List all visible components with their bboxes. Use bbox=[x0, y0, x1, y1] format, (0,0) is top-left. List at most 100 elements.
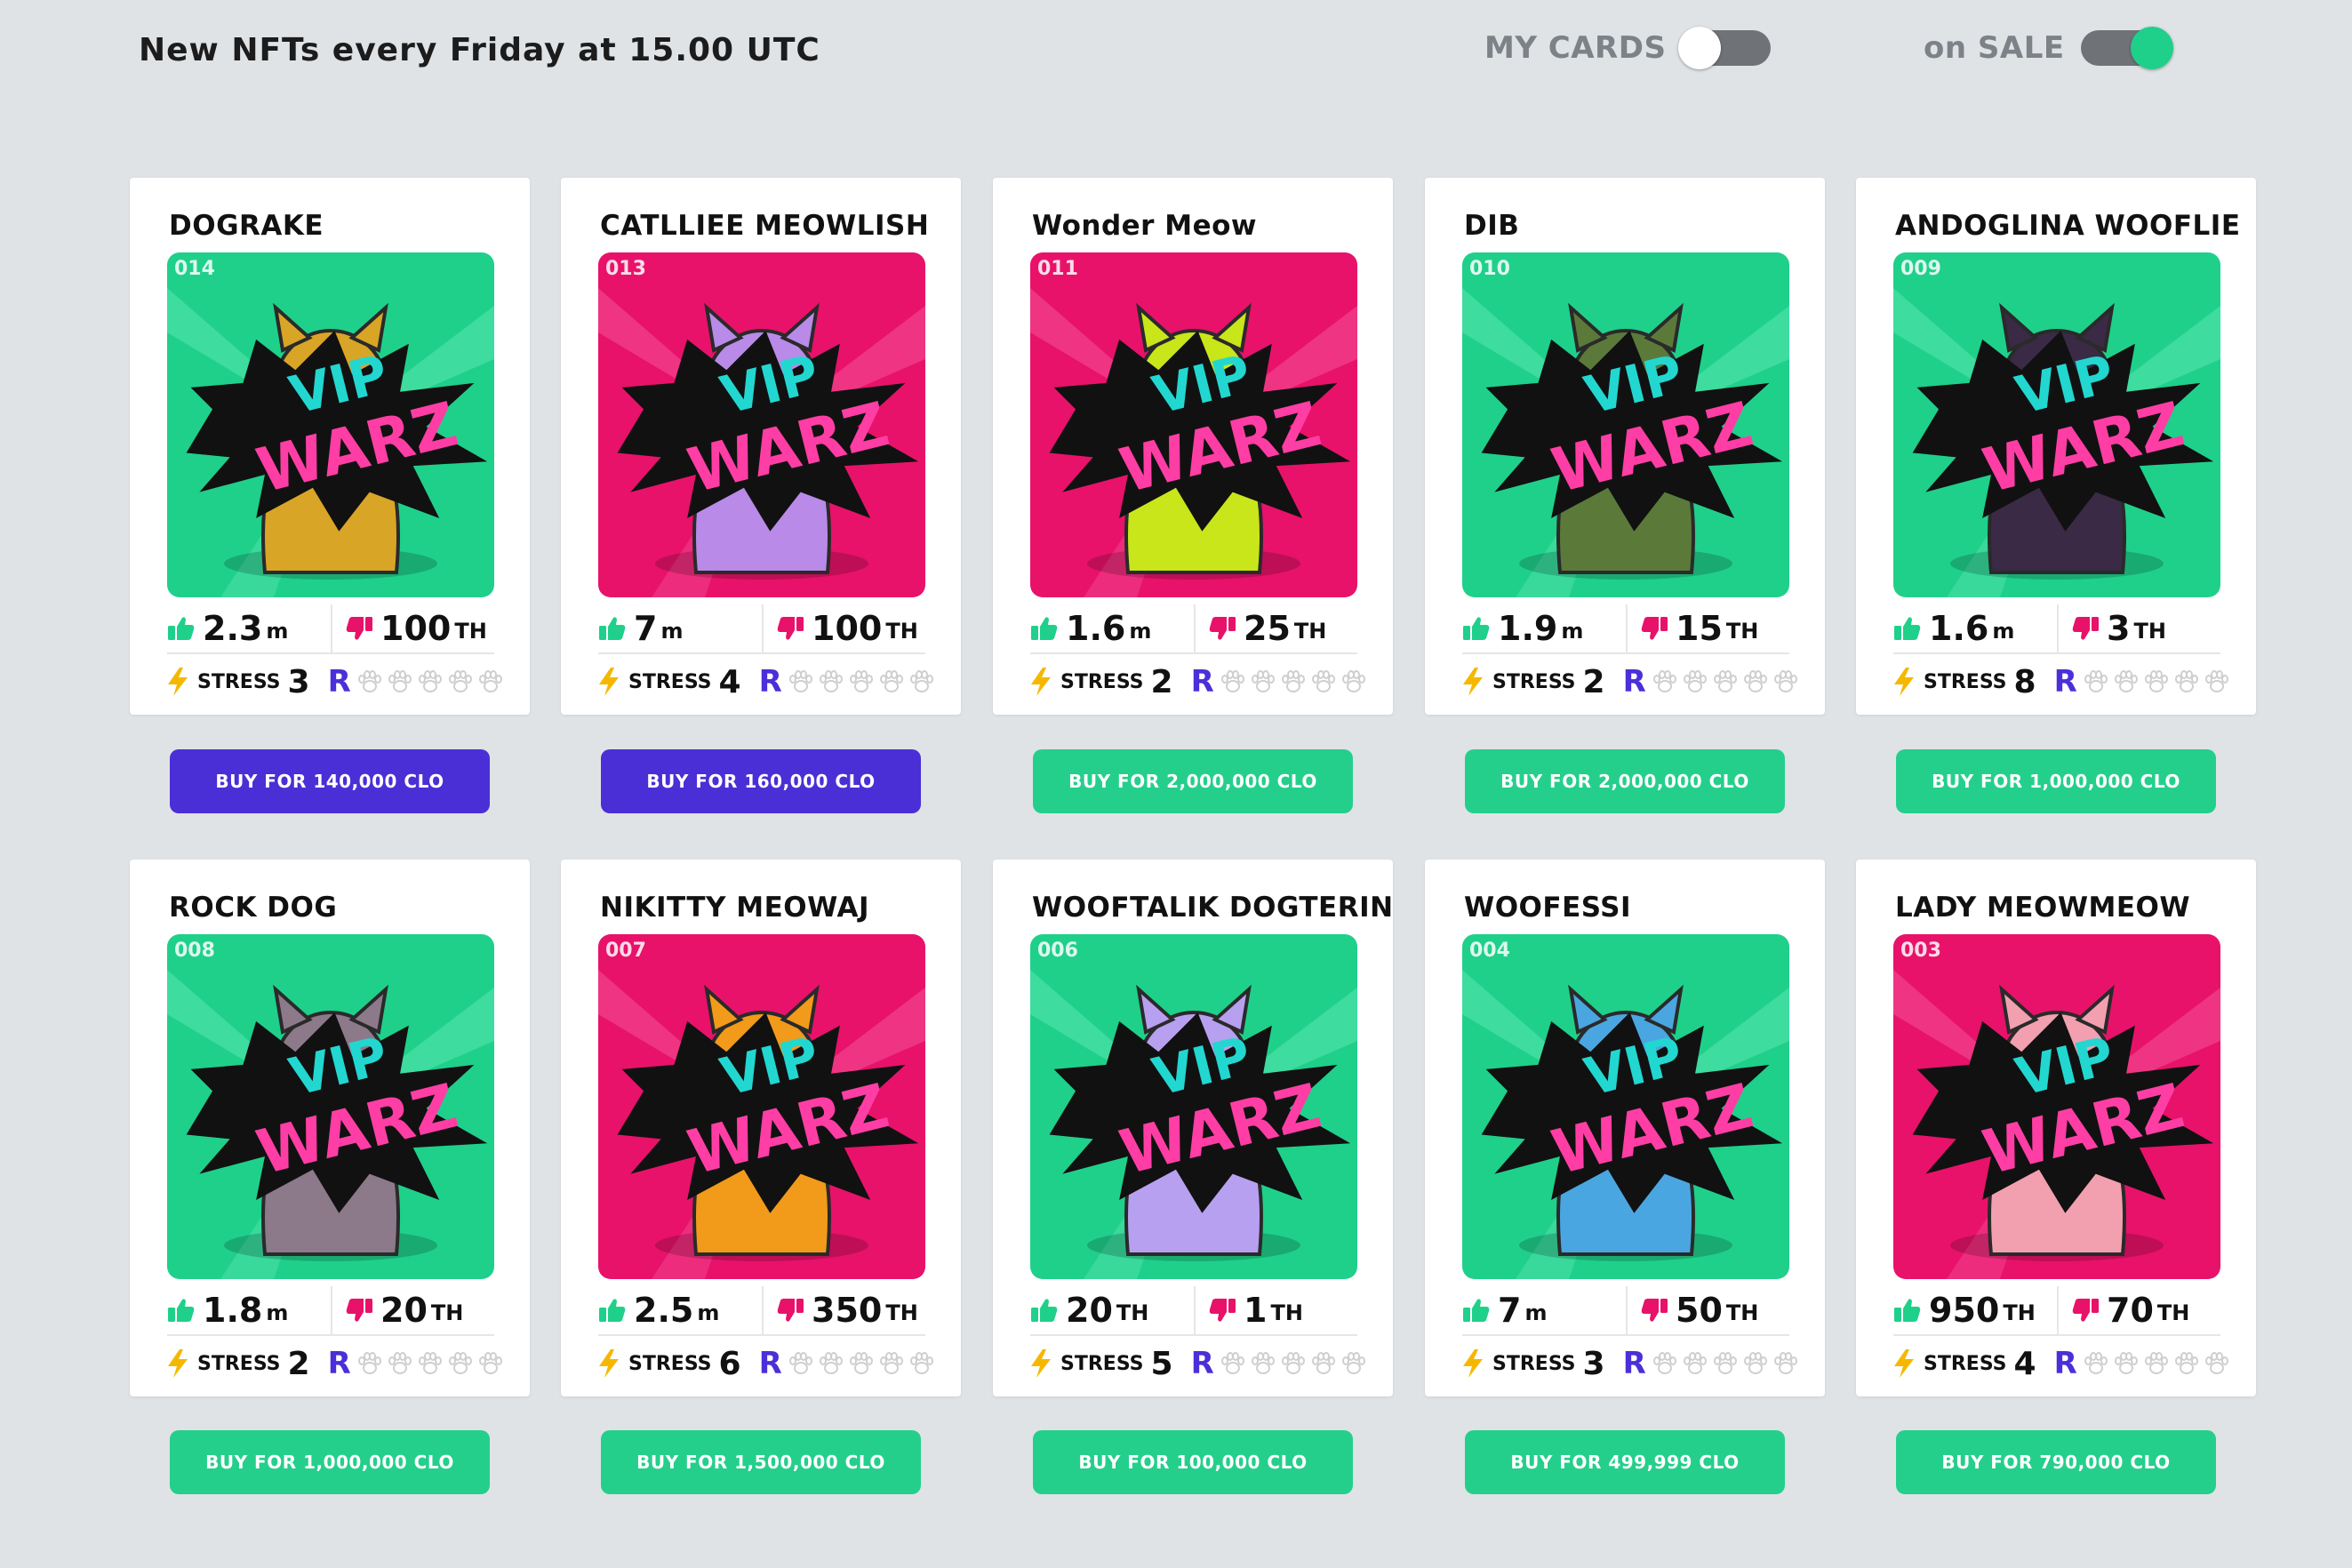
paw-icon bbox=[1310, 668, 1337, 695]
on-sale-label: on SALE bbox=[1924, 30, 2065, 66]
paw-icon bbox=[417, 1350, 444, 1377]
buy-button[interactable]: BUY FOR 1,000,000 CLO bbox=[170, 1430, 490, 1494]
dislikes-stat: 20 TH bbox=[331, 1286, 494, 1334]
card-stress-row: STRESS 6 R bbox=[596, 1340, 933, 1388]
likes-value: 20 bbox=[1066, 1291, 1113, 1330]
buy-button[interactable]: BUY FOR 790,000 CLO bbox=[1896, 1430, 2216, 1494]
paw-icon bbox=[1250, 1350, 1276, 1377]
card-name: Wonder Meow bbox=[1032, 210, 1258, 242]
likes-unit: m bbox=[1992, 619, 2015, 644]
paw-icon bbox=[477, 668, 504, 695]
paw-icon bbox=[2083, 1350, 2109, 1377]
paw-icon bbox=[2143, 1350, 2170, 1377]
toggle-knob bbox=[2130, 27, 2173, 69]
stress-value: 2 bbox=[1582, 663, 1605, 700]
paw-rating bbox=[1652, 668, 1799, 695]
card-stats: 1.8 m 20 TH bbox=[167, 1286, 494, 1336]
stress-label: STRESS bbox=[197, 1352, 281, 1375]
rarity-label: R bbox=[758, 664, 782, 700]
buy-button[interactable]: BUY FOR 1,500,000 CLO bbox=[601, 1430, 921, 1494]
buy-button[interactable]: BUY FOR 140,000 CLO bbox=[170, 749, 490, 813]
thumbs-down-icon bbox=[1640, 1297, 1668, 1324]
paw-icon bbox=[1340, 1350, 1367, 1377]
rarity-label: R bbox=[327, 664, 351, 700]
paw-icon bbox=[818, 668, 844, 695]
paw-icon bbox=[1652, 668, 1678, 695]
likes-unit: m bbox=[1129, 619, 1152, 644]
thumbs-up-icon bbox=[598, 1297, 627, 1324]
thumbs-down-icon bbox=[776, 1297, 804, 1324]
likes-stat: 7 m bbox=[598, 604, 762, 652]
likes-unit: m bbox=[1561, 619, 1584, 644]
paw-rating bbox=[2083, 1350, 2230, 1377]
likes-stat: 7 m bbox=[1462, 1286, 1626, 1334]
stress-value: 5 bbox=[1150, 1345, 1173, 1382]
on-sale-toggle[interactable] bbox=[2080, 27, 2173, 69]
buy-button[interactable]: BUY FOR 100,000 CLO bbox=[1033, 1430, 1353, 1494]
dislikes-value: 20 bbox=[380, 1291, 428, 1330]
card-artwork: 004 VIP WARZ bbox=[1462, 934, 1789, 1279]
likes-unit: m bbox=[266, 619, 289, 644]
lightning-icon bbox=[1892, 1348, 1916, 1379]
dislikes-stat: 50 TH bbox=[1626, 1286, 1789, 1334]
paw-icon bbox=[387, 668, 413, 695]
nft-card[interactable]: DIB 010 VIP WARZ 1.9 m 15 TH STRESS 2 R bbox=[1425, 178, 1825, 715]
card-stats: 2.5 m 350 TH bbox=[598, 1286, 925, 1336]
nft-card[interactable]: ANDOGLINA WOOFLIE 009 VIP WARZ 1.6 m 3 T… bbox=[1856, 178, 2256, 715]
buy-button[interactable]: BUY FOR 499,999 CLO bbox=[1465, 1430, 1785, 1494]
buy-button[interactable]: BUY FOR 2,000,000 CLO bbox=[1033, 749, 1353, 813]
dislikes-unit: TH bbox=[1293, 619, 1327, 644]
stress-value: 8 bbox=[2013, 663, 2036, 700]
paw-rating bbox=[2083, 668, 2230, 695]
stress-value: 2 bbox=[287, 1345, 310, 1382]
paw-rating bbox=[788, 668, 935, 695]
dislikes-unit: TH bbox=[885, 1300, 918, 1325]
nft-card[interactable]: NIKITTY MEOWAJ 007 VIP WARZ 2.5 m 350 TH… bbox=[561, 860, 961, 1396]
nft-card[interactable]: Wonder Meow 011 VIP WARZ 1.6 m 25 TH STR… bbox=[993, 178, 1393, 715]
card-name: CATLLIEE MEOWLISH bbox=[600, 210, 930, 242]
rarity-label: R bbox=[327, 1346, 351, 1381]
dislikes-value: 50 bbox=[1676, 1291, 1723, 1330]
nft-card[interactable]: LADY MEOWMEOW 003 VIP WARZ 950 TH 70 TH … bbox=[1856, 860, 2256, 1396]
rarity-label: R bbox=[2053, 664, 2077, 700]
paw-icon bbox=[1280, 668, 1307, 695]
card-name: LADY MEOWMEOW bbox=[1895, 892, 2191, 924]
my-cards-toggle[interactable] bbox=[1678, 27, 1772, 69]
nft-card[interactable]: WOOFESSI 004 VIP WARZ 7 m 50 TH STRESS 3… bbox=[1425, 860, 1825, 1396]
nft-card[interactable]: ROCK DOG 008 VIP WARZ 1.8 m 20 TH STRESS… bbox=[130, 860, 530, 1396]
nft-card[interactable]: DOGRAKE 014 VIP WARZ 2.3 m 100 TH STRESS… bbox=[130, 178, 530, 715]
stress-label: STRESS bbox=[628, 670, 712, 693]
paw-icon bbox=[356, 668, 383, 695]
buy-button[interactable]: BUY FOR 1,000,000 CLO bbox=[1896, 749, 2216, 813]
paw-icon bbox=[2113, 1350, 2140, 1377]
dislikes-unit: TH bbox=[885, 619, 918, 644]
dislikes-unit: TH bbox=[430, 1300, 464, 1325]
card-stress-row: STRESS 4 R bbox=[596, 658, 933, 706]
paw-icon bbox=[2173, 668, 2200, 695]
paw-icon bbox=[878, 1350, 905, 1377]
thumbs-up-icon bbox=[167, 1297, 196, 1324]
paw-icon bbox=[788, 668, 814, 695]
nft-card[interactable]: CATLLIEE MEOWLISH 013 VIP WARZ 7 m 100 T… bbox=[561, 178, 961, 715]
rarity-label: R bbox=[1622, 664, 1646, 700]
paw-icon bbox=[1250, 668, 1276, 695]
stress-label: STRESS bbox=[1492, 1352, 1576, 1375]
paw-icon bbox=[417, 668, 444, 695]
thumbs-down-icon bbox=[1640, 615, 1668, 642]
buy-button[interactable]: BUY FOR 2,000,000 CLO bbox=[1465, 749, 1785, 813]
stress-label: STRESS bbox=[197, 670, 281, 693]
likes-value: 7 bbox=[634, 609, 658, 648]
paw-icon bbox=[2204, 668, 2230, 695]
buy-button[interactable]: BUY FOR 160,000 CLO bbox=[601, 749, 921, 813]
dislikes-unit: TH bbox=[1725, 1300, 1759, 1325]
card-stats: 20 TH 1 TH bbox=[1030, 1286, 1357, 1336]
likes-value: 7 bbox=[1498, 1291, 1522, 1330]
paw-icon bbox=[1310, 1350, 1337, 1377]
thumbs-down-icon bbox=[1208, 615, 1236, 642]
paw-icon bbox=[1220, 668, 1246, 695]
paw-icon bbox=[818, 1350, 844, 1377]
thumbs-down-icon bbox=[1208, 1297, 1236, 1324]
dislikes-stat: 15 TH bbox=[1626, 604, 1789, 652]
likes-stat: 1.9 m bbox=[1462, 604, 1626, 652]
nft-card[interactable]: WOOFTALIK DOGTERIN 006 VIP WARZ 20 TH 1 … bbox=[993, 860, 1393, 1396]
